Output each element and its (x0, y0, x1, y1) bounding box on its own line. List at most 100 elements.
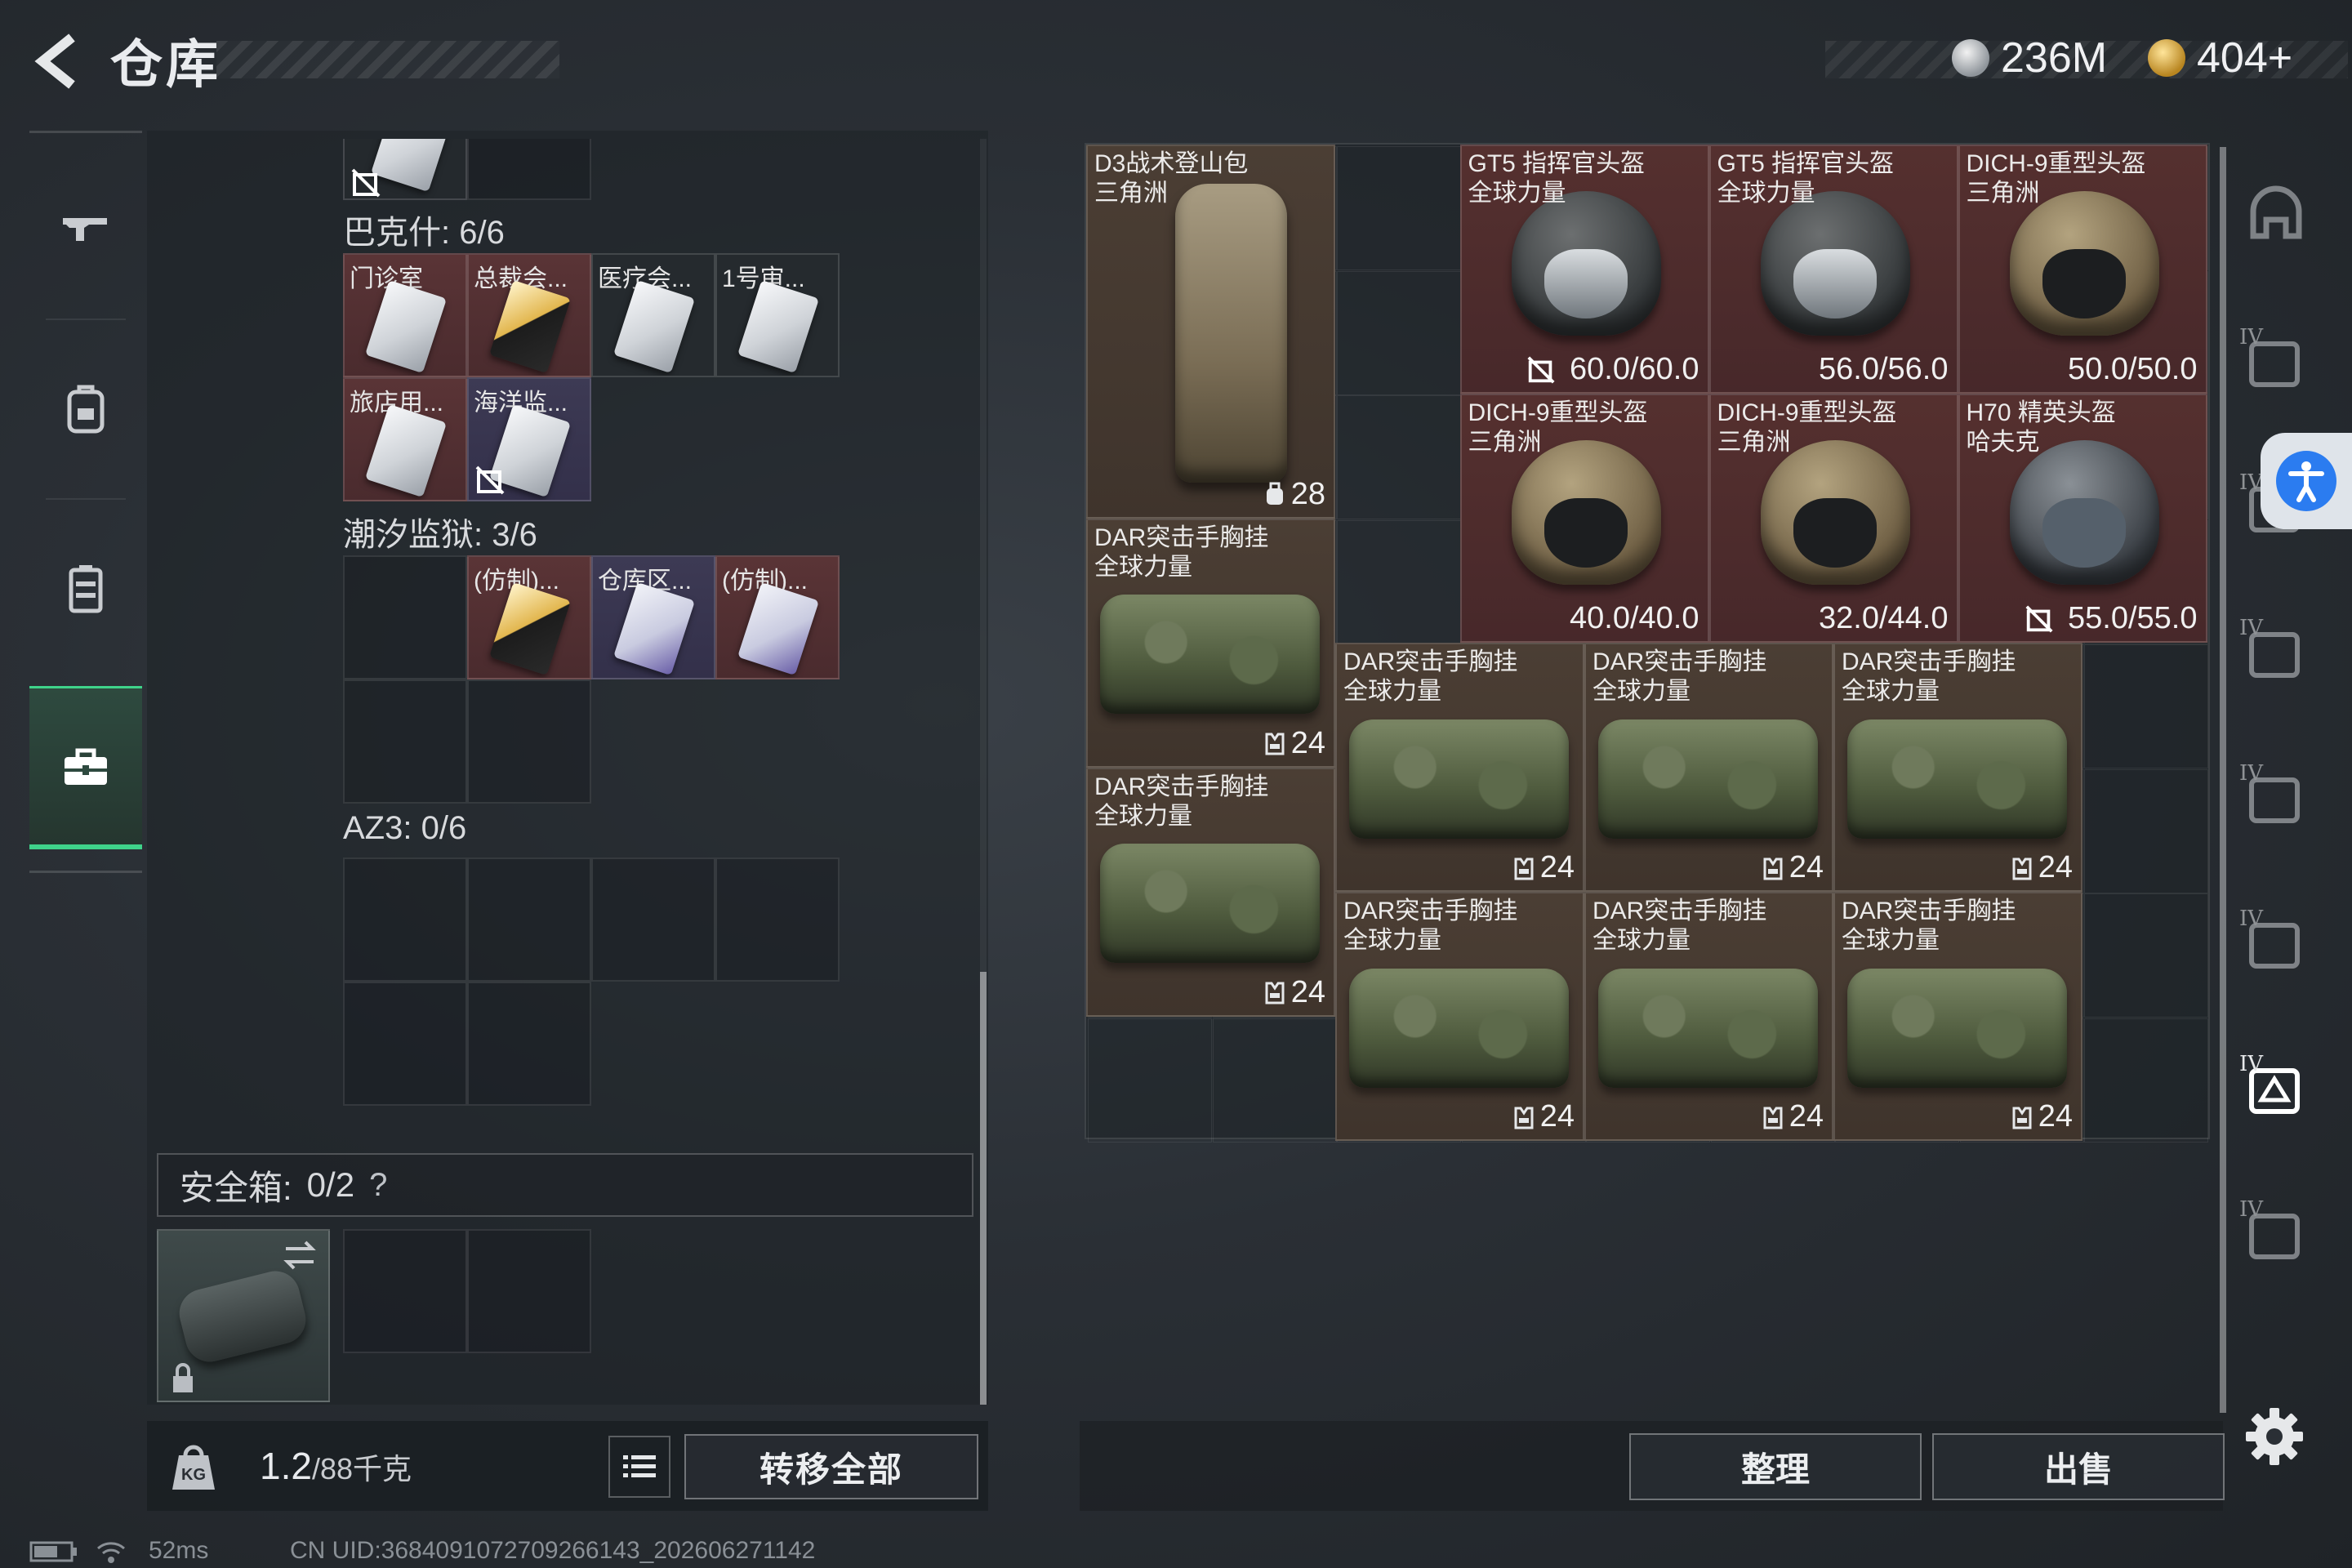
helmet-visor (1544, 248, 1628, 318)
stash-item[interactable]: DAR突击手胸挂 全球力量 24 (1833, 643, 2082, 892)
key-item[interactable]: 旅店用... (343, 377, 467, 501)
stash-item[interactable]: DAR突击手胸挂 全球力量 24 (1833, 892, 2082, 1141)
stash-item[interactable]: DAR突击手胸挂 全球力量 24 (1335, 643, 1584, 892)
stash-item[interactable]: GT5 指挥官头盔 全球力量 56.0/56.0 (1708, 145, 1958, 394)
keycard-image (612, 279, 696, 374)
transfer-all-button[interactable]: 转移全部 (684, 1434, 978, 1499)
helmet-image (2009, 190, 2159, 336)
sort-button[interactable]: 整理 (1629, 1433, 1922, 1500)
key-item[interactable]: 仓库区... (591, 555, 715, 679)
back-button[interactable] (24, 24, 90, 98)
key-item[interactable]: 总裁会... (467, 253, 591, 377)
stash-item-name-line2: 全球力量 (1842, 927, 1940, 954)
stash-item[interactable]: DICH-9重型头盔 三角洲 40.0/40.0 (1459, 394, 1709, 643)
key-item[interactable]: (仿制)... (467, 555, 591, 679)
list-view-button[interactable] (608, 1436, 670, 1498)
stash-item[interactable]: DAR突击手胸挂 全球力量 24 (1086, 518, 1335, 768)
stash-item[interactable]: DAR突击手胸挂 全球力量 24 (1086, 767, 1335, 1017)
stash-item[interactable]: DICH-9重型头盔 三角洲 50.0/50.0 (1958, 145, 2207, 394)
weight-max: /88千克 (311, 1452, 412, 1486)
key-item[interactable]: 医疗会... (591, 253, 715, 377)
filter-button[interactable]: IV (2239, 906, 2313, 980)
nav-vests[interactable] (29, 506, 142, 670)
stash-item-name: DICH-9重型头盔 三角洲 (1468, 399, 1648, 457)
stash-item-value: 24 (2011, 850, 2073, 885)
slots-icon (1265, 982, 1285, 1004)
stash-item-name-line2: 三角洲 (1966, 180, 2040, 207)
stash-item-value-text: 24 (1788, 1099, 1824, 1134)
swap-icon (283, 1241, 316, 1270)
grid-cell (343, 982, 467, 1106)
backpack-image (1174, 183, 1287, 483)
key-item[interactable]: 海洋监... (467, 377, 591, 501)
helmet-visor (2042, 248, 2127, 318)
chest-rig-image (1598, 719, 1818, 839)
safe-box-header: 安全箱: 0/2 ? (157, 1153, 973, 1217)
stash-item-value: 24 (1263, 975, 1325, 1010)
key-item-partial[interactable] (343, 139, 467, 200)
stash-item-name-line2: 三角洲 (1094, 180, 1168, 207)
accessibility-button[interactable] (2261, 433, 2352, 529)
stash-item-name-line1: GT5 指挥官头盔 (1468, 150, 1646, 177)
filter-button[interactable]: IV (2239, 616, 2313, 689)
accessibility-icon (2276, 451, 2336, 511)
section-label: 巴克什: 6/6 (343, 215, 505, 251)
keycard-image (370, 139, 453, 193)
stash-grid-cell (1337, 146, 1461, 270)
nav-divider (46, 498, 126, 500)
stash-item[interactable]: DICH-9重型头盔 三角洲 32.0/44.0 (1708, 394, 1958, 643)
stash-item-name-line1: DICH-9重型头盔 (1966, 150, 2146, 177)
stash-item[interactable]: GT5 指挥官头盔 全球力量 60.0/60.0 (1459, 145, 1709, 394)
stash-item-value-text: 24 (1290, 974, 1325, 1009)
currency-silver: 236M (1952, 29, 2107, 87)
key-item[interactable]: 1号审... (715, 253, 840, 377)
stash-item[interactable]: H70 精英头盔 哈夫克 55.0/55.0 (1958, 394, 2207, 643)
stash-item[interactable]: DAR突击手胸挂 全球力量 24 (1584, 892, 1833, 1141)
stash-item-value: 28 (1263, 477, 1325, 512)
stash-grid-cell (1088, 1018, 1212, 1143)
filter-button[interactable]: IV (2239, 761, 2313, 835)
chest-rig-image (1847, 968, 2067, 1088)
stash-item-name-line2: 全球力量 (1592, 927, 1690, 954)
safe-box-item[interactable] (157, 1229, 330, 1402)
nav-backpacks[interactable] (29, 327, 142, 490)
stash-grid-cell (2084, 644, 2208, 768)
stash-grid-cell (2084, 893, 2208, 1018)
stash-item-name-line1: DICH-9重型头盔 (1717, 399, 1897, 426)
stash-item-name-line2: 全球力量 (1842, 678, 1940, 705)
stash-item-name-line1: GT5 指挥官头盔 (1717, 150, 1895, 177)
key-item[interactable]: (仿制)... (715, 555, 840, 679)
stash-item-value-text: 24 (1290, 725, 1325, 760)
keycard-image (488, 279, 572, 374)
wifi-icon (97, 1542, 125, 1563)
key-item[interactable]: 门诊室 (343, 253, 467, 377)
top-bar: 仓库 236M 404+ (0, 0, 2352, 122)
stash-item-name: DAR突击手胸挂 全球力量 (1343, 648, 1517, 706)
stash-item[interactable]: DAR突击手胸挂 全球力量 24 (1335, 892, 1584, 1141)
help-button[interactable]: ? (369, 1167, 387, 1204)
stash-item-name-line2: 三角洲 (1717, 429, 1791, 456)
sell-button[interactable]: 出售 (1932, 1433, 2225, 1500)
stash-item-value: 56.0/56.0 (1819, 352, 1948, 387)
nav-weapons[interactable] (29, 147, 142, 310)
stash-item-name: DAR突击手胸挂 全球力量 (1094, 773, 1268, 831)
nav-containers[interactable] (29, 686, 142, 849)
filter-button[interactable]: IV (2239, 325, 2313, 399)
stash-item[interactable]: DAR突击手胸挂 全球力量 24 (1584, 643, 1833, 892)
containers-scroll-thumb[interactable] (980, 972, 987, 1405)
settings-gear-icon[interactable] (2244, 1406, 2305, 1467)
filter-scroll-thumb[interactable] (2220, 147, 2226, 1413)
stash-item[interactable]: D3战术登山包 三角洲 28 (1086, 145, 1335, 519)
filter-button[interactable]: IV (2239, 1197, 2313, 1271)
stash-item-value: 55.0/55.0 (2024, 601, 2198, 636)
stash-item-name: DAR突击手胸挂 全球力量 (1842, 648, 2016, 706)
stash-item-name-line1: DAR突击手胸挂 (1343, 648, 1518, 675)
stash-item-value-text: 24 (2038, 1099, 2073, 1134)
stash-item-value: 60.0/60.0 (1526, 352, 1699, 387)
filter-button[interactable]: IV (2239, 1052, 2313, 1125)
stash-item-name-line1: D3战术登山包 (1094, 150, 1249, 177)
capacity-icon (1266, 482, 1283, 505)
helmet-filter-icon (2250, 185, 2302, 239)
filter-button[interactable] (2239, 180, 2313, 253)
chest-rig-image (1847, 719, 2067, 839)
